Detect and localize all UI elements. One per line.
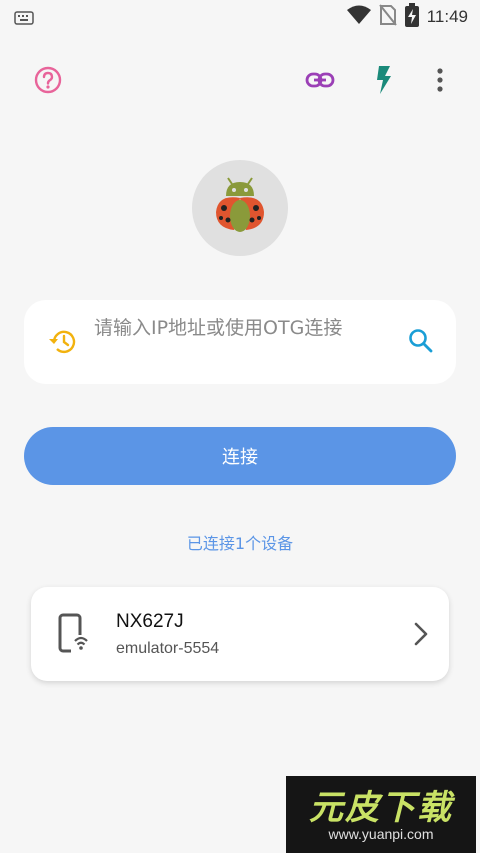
- top-toolbar: [0, 52, 480, 108]
- more-vert-icon[interactable]: [412, 52, 468, 108]
- status-icons: 11:49: [346, 3, 468, 31]
- app-logo: [192, 160, 288, 256]
- device-list-item[interactable]: NX627J emulator-5554: [31, 587, 449, 681]
- connected-devices-status[interactable]: 已连接1个设备: [0, 530, 480, 554]
- watermark-title: 元皮下载: [309, 788, 453, 828]
- link-icon[interactable]: [292, 52, 348, 108]
- status-time: 11:49: [426, 7, 468, 26]
- screen: 11:49 请输入IP地址或使用OTG连接 连接 已连接1个设备 NX627J …: [0, 0, 480, 853]
- connect-button[interactable]: 连接: [24, 427, 456, 485]
- wifi-icon: [346, 5, 371, 29]
- phone-wifi-icon: [57, 613, 93, 659]
- watermark: 元皮下载 www.yuanpi.com: [286, 776, 476, 853]
- device-name: NX627J: [116, 611, 184, 632]
- no-sim-icon: [378, 4, 397, 30]
- history-icon[interactable]: [46, 328, 76, 360]
- help-icon[interactable]: [20, 52, 76, 108]
- ladybug-android-icon: [216, 177, 264, 232]
- ip-address-input[interactable]: [94, 312, 394, 374]
- watermark-url: www.yuanpi.com: [328, 826, 434, 842]
- chevron-right-icon[interactable]: [413, 621, 429, 651]
- search-icon[interactable]: [408, 328, 434, 358]
- keyboard-icon: [14, 10, 34, 29]
- status-bar: 11:49: [0, 0, 480, 34]
- battery-charging-icon: [404, 3, 419, 31]
- flash-icon[interactable]: [356, 52, 412, 108]
- device-id: emulator-5554: [116, 640, 220, 657]
- search-card: [24, 300, 456, 384]
